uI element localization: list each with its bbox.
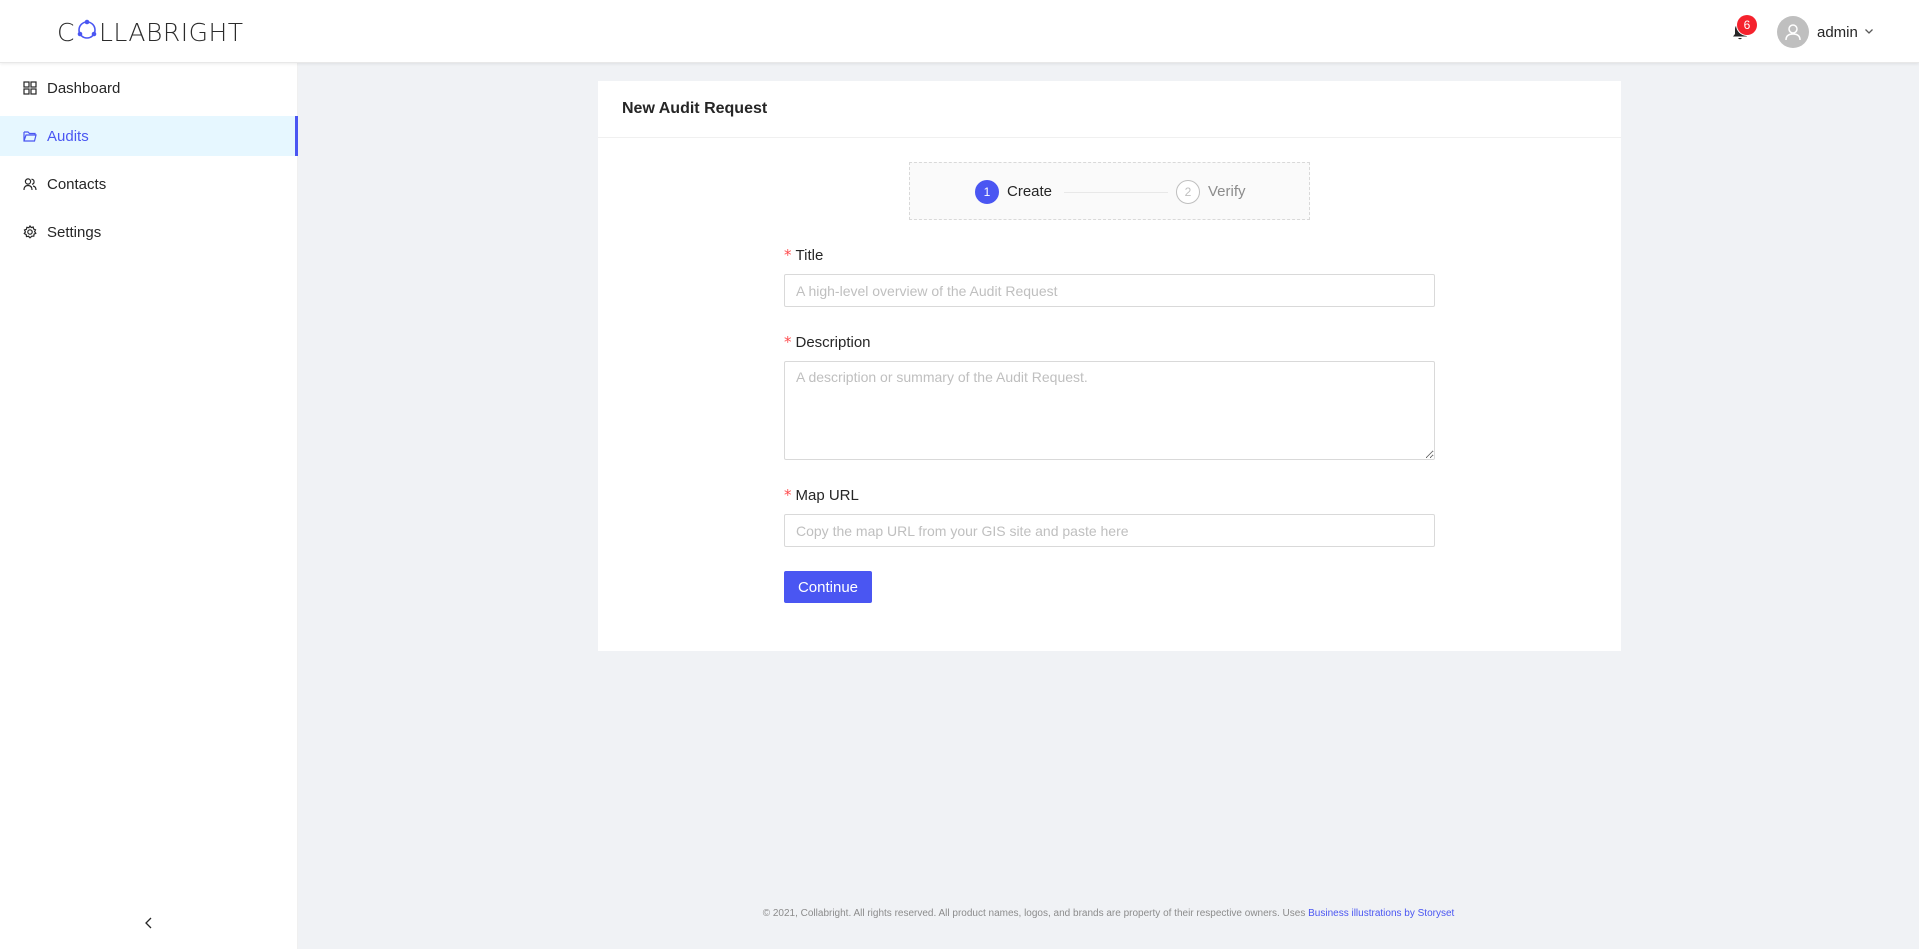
description-textarea[interactable] bbox=[784, 361, 1435, 460]
footer: © 2021, Collabright. All rights reserved… bbox=[298, 908, 1919, 919]
title-input[interactable] bbox=[784, 274, 1435, 307]
sidebar: Dashboard Audits Contacts Settings bbox=[0, 63, 298, 949]
username: admin bbox=[1817, 23, 1858, 41]
required-mark: * bbox=[784, 486, 792, 504]
sidebar-item-label: Contacts bbox=[47, 175, 107, 193]
sidebar-item-dashboard[interactable]: Dashboard bbox=[0, 68, 298, 108]
storyset-link[interactable]: Business illustrations by Storyset bbox=[1308, 908, 1454, 919]
logo-circle-icon bbox=[76, 19, 98, 46]
footer-text: © 2021, Collabright. All rights reserved… bbox=[762, 908, 1309, 919]
contacts-icon bbox=[23, 177, 37, 191]
logo-text-suffix: LLABRIGHT bbox=[98, 17, 244, 47]
user-avatar-icon bbox=[1777, 16, 1809, 48]
required-mark: * bbox=[784, 333, 792, 351]
chevron-left-icon bbox=[144, 916, 154, 934]
chevron-down-icon bbox=[1864, 23, 1874, 41]
map-url-input[interactable] bbox=[784, 514, 1435, 547]
title-label: * Title bbox=[784, 246, 824, 264]
continue-button[interactable]: Continue bbox=[784, 571, 872, 603]
card-title: New Audit Request bbox=[598, 81, 1621, 138]
dashboard-icon bbox=[23, 81, 37, 95]
steps: 1 Create 2 Verify bbox=[909, 162, 1310, 220]
step-2-label: Verify bbox=[1208, 183, 1246, 200]
required-mark: * bbox=[784, 246, 792, 264]
collapse-sidebar-button[interactable] bbox=[138, 914, 160, 936]
sidebar-item-settings[interactable]: Settings bbox=[0, 212, 298, 252]
logo-text-prefix: C bbox=[57, 17, 75, 47]
step-connector bbox=[1064, 192, 1168, 193]
map-url-label: * Map URL bbox=[784, 486, 859, 504]
collabright-logo[interactable]: C LLABRIGHT bbox=[57, 16, 244, 48]
step-1-label: Create bbox=[1007, 183, 1053, 200]
step-1-number: 1 bbox=[975, 180, 999, 204]
notification-badge: 6 bbox=[1737, 15, 1757, 35]
sidebar-item-label: Audits bbox=[47, 127, 89, 145]
step-2-number: 2 bbox=[1176, 180, 1200, 204]
sidebar-item-label: Dashboard bbox=[47, 79, 121, 97]
sidebar-item-contacts[interactable]: Contacts bbox=[0, 164, 298, 204]
top-header: C LLABRIGHT 6 admin bbox=[0, 0, 1919, 63]
sidebar-item-audits[interactable]: Audits bbox=[0, 116, 298, 156]
user-menu[interactable]: admin bbox=[1777, 16, 1874, 48]
gear-icon bbox=[23, 225, 37, 239]
sidebar-item-label: Settings bbox=[47, 223, 102, 241]
description-label: * Description bbox=[784, 333, 871, 351]
folder-icon bbox=[23, 129, 37, 143]
